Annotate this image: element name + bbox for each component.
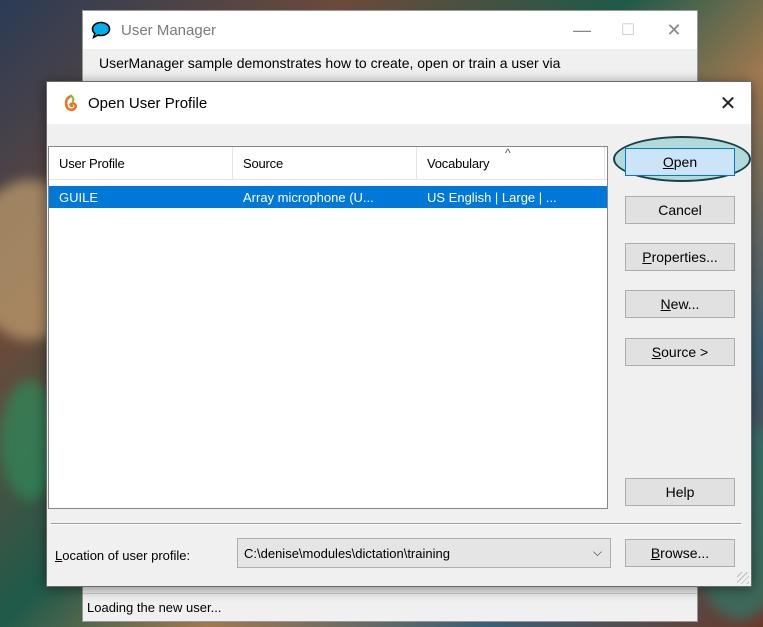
source-button[interactable]: Source > xyxy=(625,338,735,366)
browse-label: rowse... xyxy=(660,545,710,561)
status-bar: Loading the new user... xyxy=(83,593,697,621)
user-manager-title: User Manager xyxy=(121,21,217,39)
open-accelerator: O xyxy=(662,154,674,170)
cell-source: Array microphone (U... xyxy=(243,189,374,205)
column-header-vocabulary[interactable]: Vocabulary ^ xyxy=(417,146,605,179)
column-header-user-profile[interactable]: User Profile xyxy=(49,147,233,179)
cell-user-profile: GUILE xyxy=(59,189,99,205)
user-profile-list[interactable]: User Profile Source Vocabulary ^ GUILE A… xyxy=(48,146,608,509)
list-item[interactable]: GUILE Array microphone (U... US English … xyxy=(49,186,607,208)
vocabulary-header-label: Vocabulary xyxy=(427,155,490,171)
location-label: Location of user profile: xyxy=(55,548,190,563)
open-button[interactable]: Open xyxy=(625,148,735,176)
browse-button[interactable]: Browse... xyxy=(625,539,735,567)
new-button[interactable]: New... xyxy=(625,290,735,318)
source-accelerator: S xyxy=(651,344,662,360)
maximize-button[interactable]: ☐ xyxy=(605,11,651,49)
location-label-text: ocation of user profile: xyxy=(62,548,191,563)
minimize-button[interactable]: — xyxy=(559,11,605,49)
cell-vocabulary: US English | Large | ... xyxy=(427,189,557,205)
open-label: pen xyxy=(673,154,698,170)
resize-grip[interactable] xyxy=(737,572,749,584)
dragon-logo-icon xyxy=(62,94,80,112)
user-manager-titlebar[interactable]: User Manager — ☐ ✕ xyxy=(83,11,697,49)
list-header: User Profile Source Vocabulary ^ xyxy=(49,146,607,180)
user-manager-description: UserManager sample demonstrates how to c… xyxy=(99,55,561,71)
properties-accelerator: P xyxy=(642,249,652,265)
new-accelerator: N xyxy=(660,296,671,312)
new-label: ew... xyxy=(670,296,700,312)
location-combobox[interactable]: C:\denise\modules\dictation\training ⌵ xyxy=(237,538,611,568)
dialog-titlebar[interactable]: Open User Profile ✕ xyxy=(47,82,751,124)
column-header-source[interactable]: Source xyxy=(233,147,417,179)
properties-label: roperties... xyxy=(651,249,718,265)
dialog-close-button[interactable]: ✕ xyxy=(705,82,751,124)
properties-button[interactable]: Properties... xyxy=(625,243,735,271)
cancel-button[interactable]: Cancel xyxy=(625,196,735,224)
browse-accelerator: B xyxy=(650,545,661,561)
source-label: ource > xyxy=(661,344,709,360)
open-user-profile-dialog: Open User Profile ✕ User Profile Source … xyxy=(46,81,752,587)
help-button[interactable]: Help xyxy=(625,478,735,506)
close-button[interactable]: ✕ xyxy=(651,11,697,49)
location-value: C:\denise\modules\dictation\training xyxy=(244,545,450,561)
sort-ascending-icon: ^ xyxy=(505,146,511,160)
chevron-down-icon[interactable]: ⌵ xyxy=(593,545,602,560)
chat-bubble-icon xyxy=(91,21,113,39)
dialog-title: Open User Profile xyxy=(88,94,208,112)
divider xyxy=(51,523,741,525)
